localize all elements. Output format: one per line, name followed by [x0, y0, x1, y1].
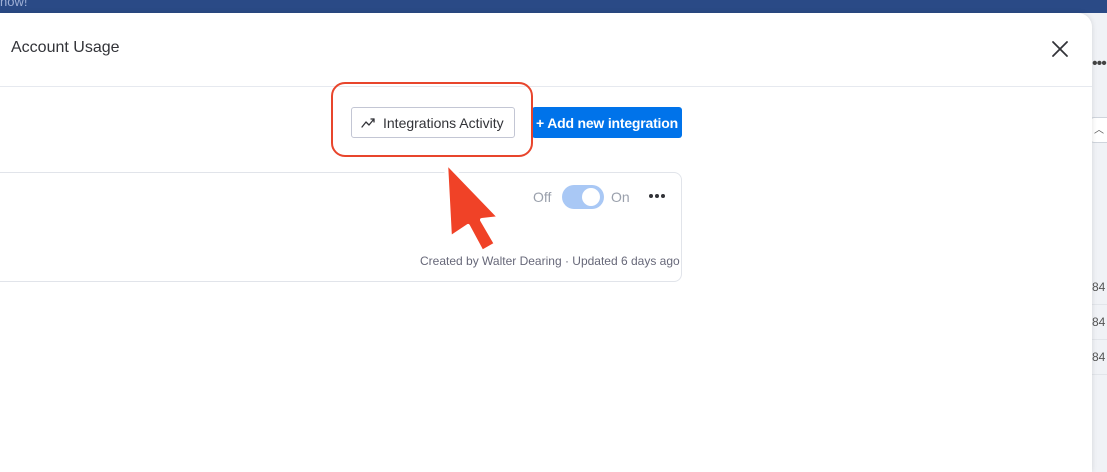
background-banner-text: now! — [0, 0, 28, 9]
background-cell: 84 — [1092, 305, 1107, 340]
toggle-knob — [582, 188, 600, 206]
integration-meta: Created by Walter Dearing · Updated 6 da… — [420, 254, 680, 268]
integration-toggle[interactable] — [562, 185, 604, 209]
header-divider — [0, 86, 1092, 87]
more-dots-icon — [649, 194, 665, 198]
background-top-bar: now! — [0, 0, 1107, 13]
modal-title: Account Usage — [11, 39, 120, 56]
close-icon — [1052, 41, 1068, 57]
integrations-activity-button[interactable]: Integrations Activity — [351, 107, 515, 138]
toggle-on-label: On — [611, 189, 630, 205]
background-more-icon: ••• — [1092, 55, 1107, 72]
close-button[interactable] — [1049, 38, 1071, 60]
trend-up-icon — [361, 117, 375, 128]
add-new-integration-button[interactable]: + Add new integration — [532, 107, 682, 138]
toggle-off-label: Off — [533, 189, 552, 205]
background-collapse-button: ︿ — [1090, 117, 1107, 143]
background-cell: 84 — [1092, 340, 1107, 375]
background-cell: 84 — [1092, 270, 1107, 305]
more-options-button[interactable] — [647, 188, 667, 204]
integrations-activity-label: Integrations Activity — [383, 114, 504, 131]
